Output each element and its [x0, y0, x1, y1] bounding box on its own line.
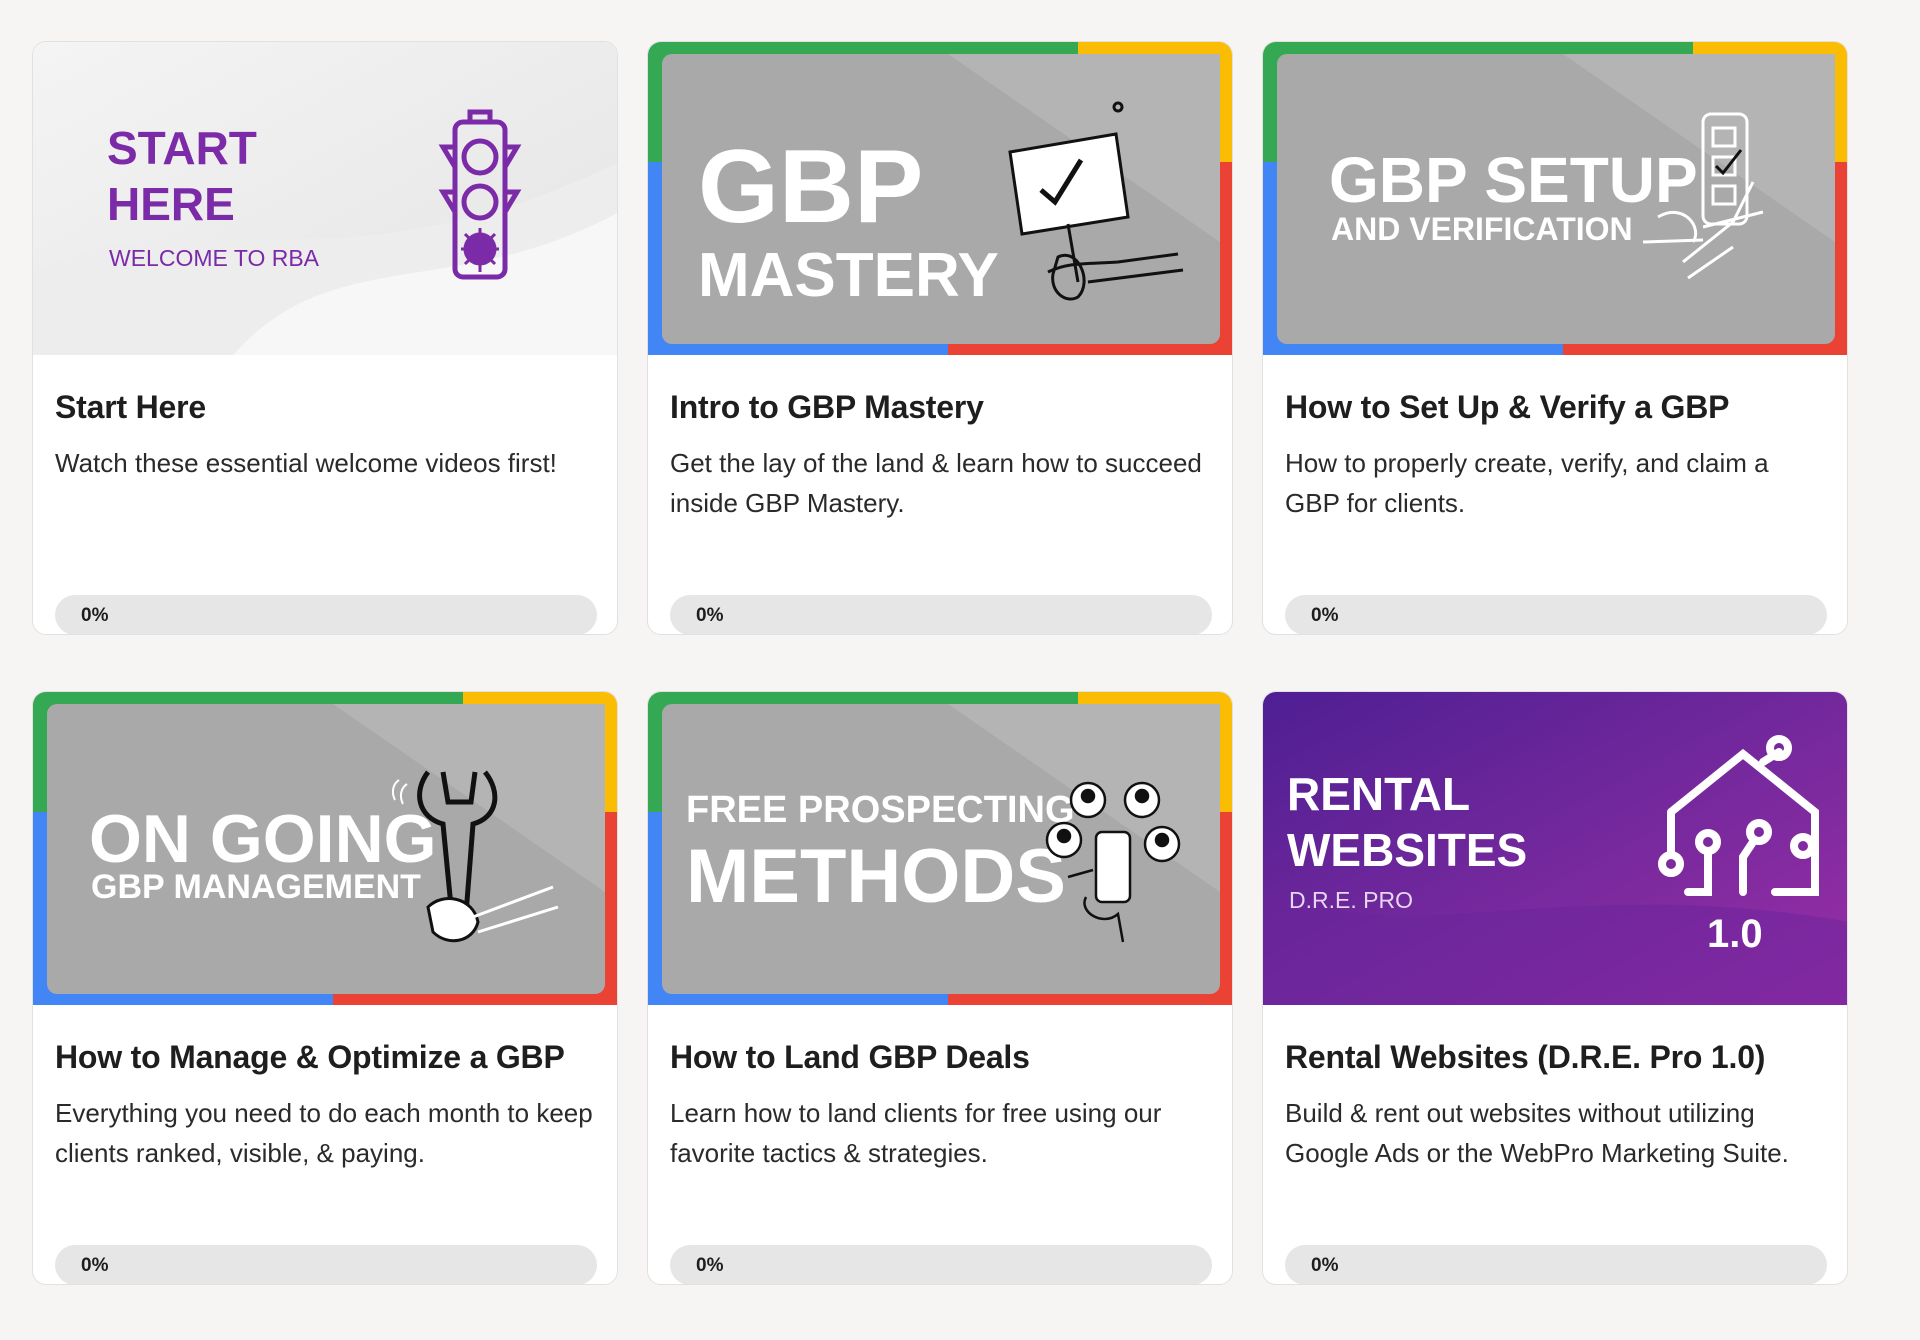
thumb-line1: FREE PROSPECTING: [686, 789, 1075, 831]
course-thumbnail: START HERE WELCOME TO RBA: [33, 42, 617, 355]
progress-bar: 0%: [1285, 595, 1827, 634]
progress-label: 0%: [81, 605, 109, 626]
course-grid: START HERE WELCOME TO RBA Start Here Wat…: [0, 0, 1920, 1340]
progress-label: 0%: [696, 605, 724, 626]
course-title[interactable]: How to Set Up & Verify a GBP: [1285, 389, 1729, 426]
progress-bar: 0%: [670, 595, 1212, 634]
course-description: Get the lay of the land & learn how to s…: [670, 448, 1202, 518]
course-description: Everything you need to do each month to …: [55, 1098, 593, 1168]
course-description: Learn how to land clients for free using…: [670, 1098, 1162, 1168]
course-title[interactable]: How to Manage & Optimize a GBP: [55, 1039, 565, 1076]
course-description: How to properly create, verify, and clai…: [1285, 448, 1769, 518]
course-thumbnail: GBP MASTERY: [648, 42, 1232, 355]
course-title[interactable]: How to Land GBP Deals: [670, 1039, 1030, 1076]
thumb-line1: START: [107, 122, 257, 174]
thumb-line3: WELCOME TO RBA: [109, 245, 320, 271]
thumb-line2: WEBSITES: [1287, 824, 1527, 876]
course-card-land-deals[interactable]: FREE PROSPECTING METHODS How to Land GBP…: [647, 691, 1233, 1285]
progress-label: 0%: [696, 1255, 724, 1276]
thumb-line2: HERE: [107, 178, 235, 230]
thumb-line2: METHODS: [686, 834, 1066, 919]
course-title[interactable]: Start Here: [55, 389, 206, 426]
course-title[interactable]: Intro to GBP Mastery: [670, 389, 984, 426]
progress-label: 0%: [1311, 1255, 1339, 1276]
thumb-line1: RENTAL: [1287, 768, 1470, 820]
thumb-line3: D.R.E. PRO: [1289, 887, 1413, 913]
progress-bar: 0%: [55, 1245, 597, 1284]
course-card-gbp-mastery[interactable]: GBP MASTERY Intro to GBP Mastery Get the…: [647, 41, 1233, 635]
thumb-line4: 1.0: [1707, 912, 1763, 956]
progress-label: 0%: [1311, 605, 1339, 626]
progress-bar: 0%: [55, 595, 597, 634]
progress-bar: 0%: [1285, 1245, 1827, 1284]
course-thumbnail: RENTAL WEBSITES D.R.E. PRO 1.0: [1263, 692, 1847, 1005]
thumb-line2: AND VERIFICATION: [1331, 211, 1633, 247]
course-card-gbp-management[interactable]: ON GOING GBP MANAGEMENT How to Manage & …: [32, 691, 618, 1285]
course-card-start-here[interactable]: START HERE WELCOME TO RBA Start Here Wat…: [32, 41, 618, 635]
thumb-line1: ON GOING: [89, 801, 437, 877]
course-title[interactable]: Rental Websites (D.R.E. Pro 1.0): [1285, 1039, 1765, 1076]
course-card-rental-websites[interactable]: RENTAL WEBSITES D.R.E. PRO 1.0 Rental We…: [1262, 691, 1848, 1285]
thumb-line2: GBP MANAGEMENT: [91, 868, 421, 906]
thumb-line1: GBP: [698, 129, 923, 245]
course-thumbnail: ON GOING GBP MANAGEMENT: [33, 692, 617, 1005]
course-description: Build & rent out websites without utiliz…: [1285, 1098, 1789, 1168]
progress-bar: 0%: [670, 1245, 1212, 1284]
course-thumbnail: GBP SETUP AND VERIFICATION: [1263, 42, 1847, 355]
thumb-line2: MASTERY: [698, 241, 999, 310]
course-description: Watch these essential welcome videos fir…: [55, 448, 557, 478]
thumb-line1: GBP SETUP: [1329, 144, 1698, 216]
course-card-gbp-setup[interactable]: GBP SETUP AND VERIFICATION How to Set Up…: [1262, 41, 1848, 635]
course-thumbnail: FREE PROSPECTING METHODS: [648, 692, 1232, 1005]
progress-label: 0%: [81, 1255, 109, 1276]
